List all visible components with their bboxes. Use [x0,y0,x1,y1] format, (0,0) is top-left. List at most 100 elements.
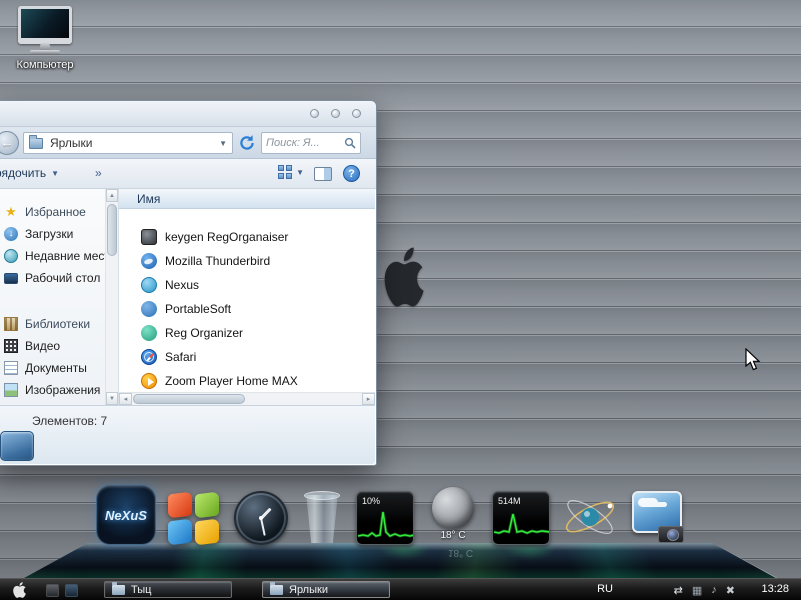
organize-button[interactable]: рядочить ▼ [0,166,59,180]
file-list-item[interactable]: Reg Organizer [119,321,375,345]
sidebar-item-videos[interactable]: Видео [0,335,118,357]
scroll-right-button[interactable]: ▸ [362,393,375,405]
language-indicator[interactable]: RU [597,583,613,595]
ram-value: 514M [498,496,521,506]
scroll-down-button[interactable]: ▼ [106,392,118,405]
file-list-item[interactable]: Nexus [119,273,375,297]
refresh-button[interactable] [238,134,256,152]
file-list-item[interactable]: Mozilla Thunderbird [119,249,375,273]
app-icon-portablesoft [141,301,157,317]
chevron-down-icon[interactable]: ▼ [219,139,227,148]
app-icon-nexus [141,277,157,293]
desktop-icon-computer[interactable]: Компьютер [6,6,84,71]
app-icon-reg-organizer [141,325,157,341]
sidebar-item-documents[interactable]: Документы [0,357,118,379]
scroll-left-button[interactable]: ◂ [119,393,132,405]
sidebar-item-desktop[interactable]: Рабочий стол [0,267,118,289]
dock-item-nexus[interactable]: NeXuS [96,485,156,545]
taskbar-clock[interactable]: 13:28 [761,583,789,595]
dock-item-ram-meter[interactable]: 514M [492,491,550,545]
sidebar-section-favorites[interactable]: ★ Избранное [0,201,118,223]
taskbar-button-tyts[interactable]: Тыц [104,581,232,598]
star-icon: ★ [4,205,18,219]
quick-launch-icon-2[interactable] [65,584,78,597]
arrow-left-icon: ← [1,135,14,150]
minimize-button[interactable] [310,109,319,118]
ram-graph-icon [493,506,550,542]
sidebar-item-label: Рабочий стол [25,271,100,285]
libraries-icon [4,317,18,331]
tray-remove-device-icon[interactable]: ✖ [726,584,735,597]
system-tray: ⇄ ▦ ♪ ✖ [674,582,735,598]
back-button[interactable]: ← [0,131,19,155]
file-name: keygen RegOrganaiser [165,230,288,244]
file-name: Safari [165,350,196,364]
sidebar-item-downloads[interactable]: ↓ Загрузки [0,223,118,245]
window-titlebar[interactable] [0,101,376,127]
computer-monitor-icon [18,6,72,56]
apple-wall-logo-icon [381,247,427,307]
sidebar-section-libraries[interactable]: Библиотеки [0,313,118,335]
dock-item-gallery[interactable] [630,489,686,545]
command-toolbar: рядочить ▼ » ▼ ? [0,159,376,189]
cpu-value: 10% [362,496,380,506]
tray-arrows-icon[interactable]: ⇄ [674,584,683,597]
pictures-icon [4,383,18,397]
camera-icon [658,526,684,543]
temperature-label: 18° C [426,530,480,541]
dock-item-windows[interactable] [168,491,222,545]
dock-item-clock[interactable] [234,491,288,545]
explorer-window: ← Ярлыки ▼ рядочит [0,100,377,466]
file-list-item[interactable]: PortableSoft [119,297,375,321]
file-list-pane: Имя keygen RegOrganaiser Mozilla Thunder… [119,189,375,405]
file-list-item[interactable]: Zoom Player Home MAX [119,369,375,392]
toolbar-overflow-chevron[interactable]: » [95,166,102,180]
breadcrumb[interactable]: Ярлыки ▼ [23,132,233,154]
scroll-up-button[interactable]: ▲ [106,189,118,202]
scroll-thumb[interactable] [133,394,245,404]
videos-icon [4,339,18,353]
start-button-apple-icon[interactable] [12,582,27,598]
preview-pane-button[interactable] [314,167,332,181]
search-input[interactable] [266,137,344,149]
file-list-item[interactable]: keygen RegOrganaiser [119,225,375,249]
app-icon-safari [141,349,157,365]
dock: NeXuS 10% 18° C 514M [96,484,686,545]
sidebar-scrollbar[interactable]: ▲ ▼ [105,189,118,405]
file-list-item[interactable]: Safari [119,345,375,369]
dock-item-recycle-bin[interactable] [300,489,344,545]
folder-large-icon [0,431,34,461]
app-icon-zoom-player [141,373,157,389]
quick-launch-icon-1[interactable] [46,584,59,597]
sidebar-item-label: Недавние мест [25,249,110,263]
dock-item-network[interactable] [562,489,618,545]
change-view-button[interactable]: ▼ [278,165,304,180]
sidebar-item-label: Загрузки [25,227,73,241]
mouse-cursor [745,348,763,373]
maximize-button[interactable] [331,109,340,118]
file-list: keygen RegOrganaiser Mozilla Thunderbird… [119,209,375,392]
column-header-label: Имя [137,192,160,206]
close-button[interactable] [352,109,361,118]
scroll-thumb[interactable] [107,204,117,256]
column-header-name[interactable]: Имя [119,189,375,209]
folder-icon [29,138,43,149]
navigation-bar: ← Ярлыки ▼ [0,127,376,159]
taskbar-button-yarlyki[interactable]: Ярлыки [262,581,390,598]
dock-item-cpu-meter[interactable]: 10% [356,491,414,545]
tray-sound-icon[interactable]: ♪ [711,584,717,596]
refresh-icon [238,134,256,152]
search-box [261,132,361,154]
help-button[interactable]: ? [343,165,360,182]
sidebar-item-recent-places[interactable]: Недавние мест [0,245,118,267]
tray-grid-icon[interactable]: ▦ [692,584,702,597]
horizontal-scrollbar[interactable]: ◂ ▸ [119,392,375,405]
sidebar-item-pictures[interactable]: Изображения [0,379,118,401]
dock-item-weather[interactable]: 18° C [426,487,480,545]
documents-icon [4,361,18,375]
status-bar: Элементов: 7 [0,405,375,464]
grid-view-icon [278,165,293,180]
file-name: Zoom Player Home MAX [165,374,298,388]
sidebar-item-label: Изображения [25,383,100,397]
chevron-down-icon: ▼ [51,169,59,178]
